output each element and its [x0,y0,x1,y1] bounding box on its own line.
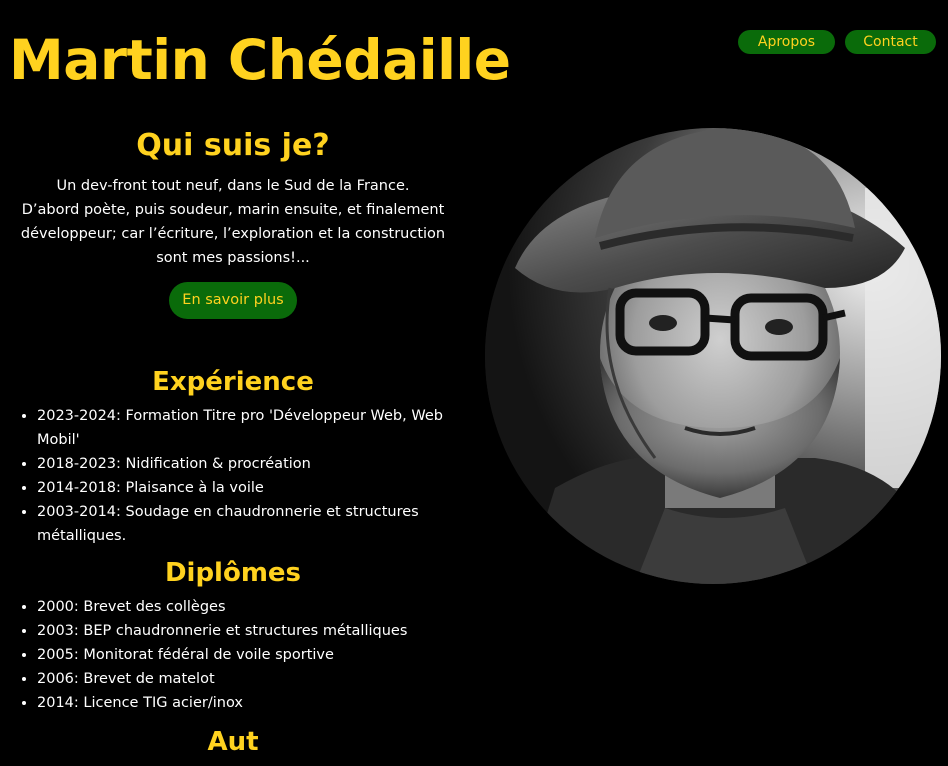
about-title: Qui suis je? [136,128,330,163]
diploma-item: 2006: Brevet de matelot [37,667,466,691]
nav-apropos-button[interactable]: Apropos [738,30,835,54]
learn-more-button[interactable]: En savoir plus [169,282,297,319]
profile-photo [485,128,941,584]
experience-item: 2003-2014: Soudage en chaudronnerie et s… [37,500,466,548]
portrait-illustration [485,128,941,584]
about-line-2: D’abord poète, puis soudeur, marin ensui… [20,202,446,266]
diploma-item: 2014: Licence TIG acier/inox [37,691,466,715]
about-text: Un dev-front tout neuf, dans le Sud de l… [8,174,458,270]
left-column: Qui suis je? Un dev-front tout neuf, dan… [0,128,466,759]
experience-title: Expérience [152,367,314,397]
experience-list: 2023-2024: Formation Titre pro 'Développ… [0,404,466,548]
experience-item: 2023-2024: Formation Titre pro 'Développ… [37,404,466,452]
diplomas-list: 2000: Brevet des collèges 2003: BEP chau… [0,595,466,715]
diploma-item: 2003: BEP chaudronnerie et structures mé… [37,619,466,643]
next-section-title: Aut [207,727,259,758]
experience-item: 2014-2018: Plaisance à la voile [37,476,466,500]
top-nav: Apropos Contact [738,30,936,54]
about-line-1: Un dev-front tout neuf, dans le Sud de l… [56,178,410,194]
experience-item: 2018-2023: Nidification & procréation [37,452,466,476]
site-title: Martin Chédaille [9,28,511,92]
diplomas-title: Diplômes [164,558,302,589]
nav-contact-button[interactable]: Contact [845,30,936,54]
cta-wrapper: En savoir plus [0,282,466,319]
diploma-item: 2000: Brevet des collèges [37,595,466,619]
diploma-item: 2005: Monitorat fédéral de voile sportiv… [37,643,466,667]
